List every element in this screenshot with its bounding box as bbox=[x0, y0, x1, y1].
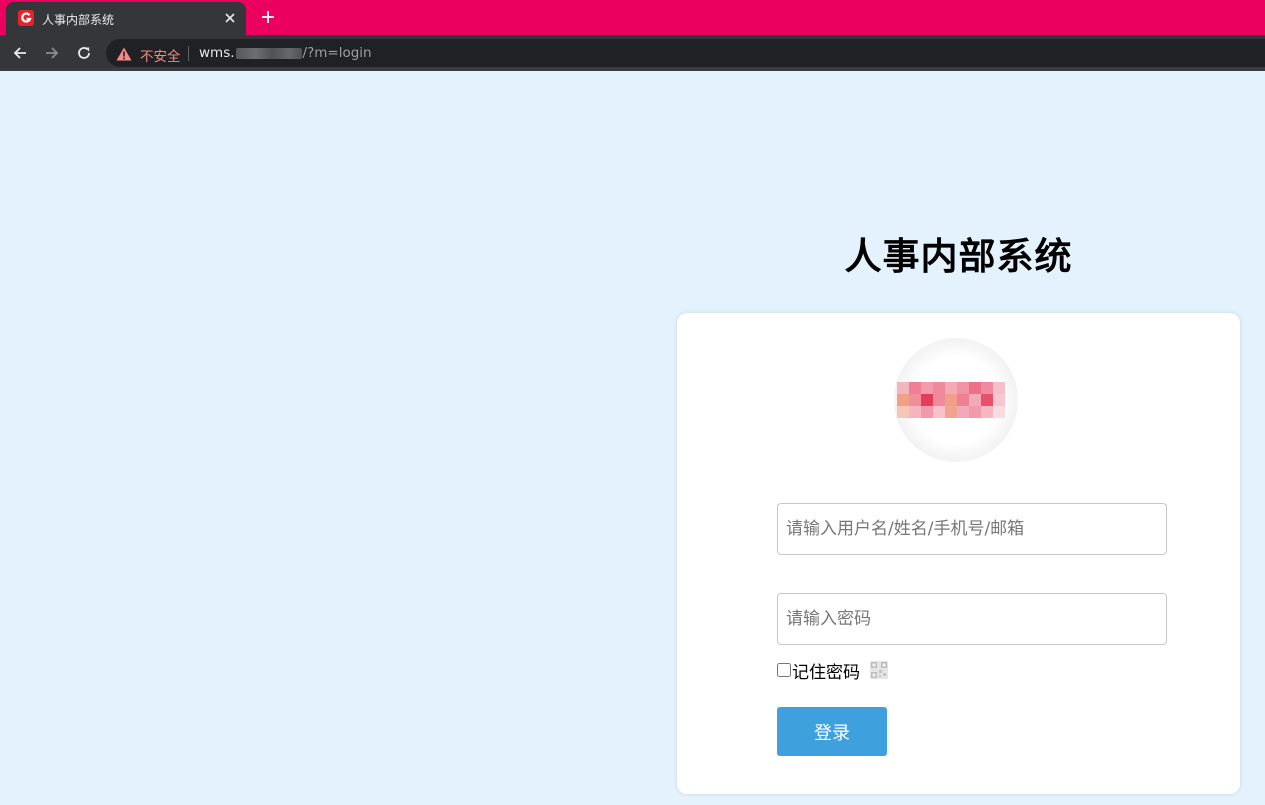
url-text[interactable]: wms. /?m=login bbox=[199, 45, 372, 61]
warning-triangle-icon bbox=[116, 46, 132, 61]
logo-avatar-icon bbox=[894, 338, 1018, 462]
site-favicon-icon bbox=[18, 10, 34, 26]
username-input[interactable] bbox=[777, 503, 1167, 555]
address-bar[interactable]: 不安全 wms. /?m=login bbox=[106, 39, 1265, 67]
tab-title: 人事内部系统 bbox=[42, 13, 115, 27]
omnibox-divider bbox=[188, 46, 189, 61]
url-redacted-segment bbox=[235, 47, 302, 59]
login-card: 记住密码 登录 bbox=[677, 313, 1240, 794]
reload-icon[interactable] bbox=[72, 41, 96, 65]
password-input[interactable] bbox=[777, 593, 1167, 645]
security-status-label[interactable]: 不安全 bbox=[140, 45, 181, 65]
url-host: wms. bbox=[199, 45, 235, 61]
close-tab-icon[interactable] bbox=[222, 10, 238, 26]
login-button[interactable]: 登录 bbox=[777, 707, 887, 756]
new-tab-icon[interactable] bbox=[258, 7, 278, 27]
page-title: 人事内部系统 bbox=[844, 235, 1073, 278]
remember-password-row: 记住密码 bbox=[777, 658, 888, 683]
forward-arrow-icon[interactable] bbox=[40, 41, 64, 65]
url-path: /?m=login bbox=[302, 45, 372, 61]
back-arrow-icon[interactable] bbox=[8, 41, 32, 65]
qr-code-icon[interactable] bbox=[870, 661, 888, 679]
toolbar-divider bbox=[0, 68, 1265, 71]
browser-tab[interactable]: 人事内部系统 bbox=[6, 2, 246, 35]
remember-password-label[interactable]: 记住密码 bbox=[792, 658, 860, 683]
browser-tabstrip: 人事内部系统 bbox=[0, 0, 1265, 35]
browser-toolbar: 不安全 wms. /?m=login bbox=[0, 35, 1265, 70]
remember-password-checkbox[interactable] bbox=[777, 663, 791, 677]
